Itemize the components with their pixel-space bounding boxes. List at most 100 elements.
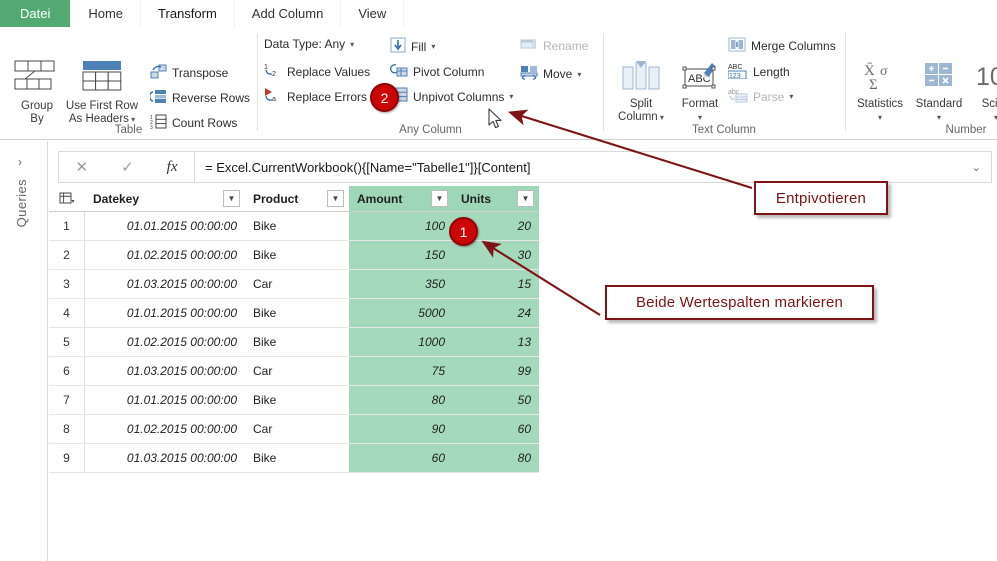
cell-amount[interactable]: 90 (349, 415, 453, 444)
cell-amount[interactable]: 5000 (349, 299, 453, 328)
use-first-row-as-headers-button[interactable]: Use First Row As Headers ▾ (56, 59, 148, 126)
cell-row-number[interactable]: 4 (49, 299, 85, 328)
formula-expand-chevron-icon[interactable]: ⌄ (972, 161, 981, 174)
statistics-caret-icon[interactable]: ▾ (878, 113, 882, 122)
merge-columns-button[interactable]: Merge Columns (728, 37, 836, 55)
cell-datekey[interactable]: 01.03.2015 00:00:00 (85, 444, 245, 473)
cell-amount[interactable]: 350 (349, 270, 453, 299)
cell-row-number[interactable]: 1 (49, 212, 85, 241)
fill-button[interactable]: Fill ▾ (390, 37, 435, 56)
table-row[interactable]: 7 01.01.2015 00:00:00 Bike 80 50 (49, 386, 539, 415)
formula-accept-icon[interactable]: ✓ (121, 158, 134, 176)
queries-pane-collapsed[interactable]: › Queries (0, 141, 48, 561)
cell-amount[interactable]: 60 (349, 444, 453, 473)
move-caret-icon[interactable]: ▾ (577, 70, 581, 79)
cell-units[interactable]: 24 (453, 299, 539, 328)
table-row[interactable]: 8 01.02.2015 00:00:00 Car 90 60 (49, 415, 539, 444)
cell-units[interactable]: 13 (453, 328, 539, 357)
standard-caret-icon[interactable]: ▾ (937, 113, 941, 122)
cell-units[interactable]: 50 (453, 386, 539, 415)
cell-row-number[interactable]: 5 (49, 328, 85, 357)
cell-amount[interactable]: 75 (349, 357, 453, 386)
unpivot-columns-caret-icon[interactable]: ▾ (509, 92, 513, 101)
cell-product[interactable]: Car (245, 357, 349, 386)
cell-amount[interactable]: 80 (349, 386, 453, 415)
reverse-rows-button[interactable]: Reverse Rows (148, 89, 250, 107)
table-row[interactable]: 4 01.01.2015 00:00:00 Bike 5000 24 (49, 299, 539, 328)
unpivot-columns-button[interactable]: Unpivot Columns ▾ (388, 87, 513, 106)
column-header-product[interactable]: Product ▼ (245, 186, 349, 212)
cell-units[interactable]: 60 (453, 415, 539, 444)
replace-errors-button[interactable]: a Replace Errors (264, 87, 367, 106)
grid-corner-button[interactable] (49, 186, 85, 212)
length-button[interactable]: ABC 123 Length (727, 62, 790, 82)
column-header-datekey[interactable]: Datekey ▼ (85, 186, 245, 212)
cell-datekey[interactable]: 01.02.2015 00:00:00 (85, 328, 245, 357)
tab-datei[interactable]: Datei (0, 0, 72, 27)
table-row[interactable]: 9 01.03.2015 00:00:00 Bike 60 80 (49, 444, 539, 473)
data-type-button[interactable]: Data Type: Any ▾ (264, 37, 354, 51)
filter-dropdown-datekey[interactable]: ▼ (223, 190, 240, 207)
formula-cancel-icon[interactable]: ✕ (76, 158, 89, 176)
cell-amount[interactable]: 100 (349, 212, 453, 241)
split-column-caret-icon[interactable]: ▾ (658, 113, 664, 122)
cell-units[interactable]: 99 (453, 357, 539, 386)
tab-home[interactable]: Home (71, 0, 142, 27)
formula-fx-icon[interactable]: fx (167, 159, 178, 176)
move-button[interactable]: Move ▾ (520, 65, 581, 83)
cell-product[interactable]: Bike (245, 299, 349, 328)
cell-datekey[interactable]: 01.01.2015 00:00:00 (85, 212, 245, 241)
cell-product[interactable]: Bike (245, 386, 349, 415)
cell-datekey[interactable]: 01.01.2015 00:00:00 (85, 386, 245, 415)
cell-units[interactable]: 80 (453, 444, 539, 473)
cell-amount[interactable]: 150 (349, 241, 453, 270)
cell-product[interactable]: Car (245, 415, 349, 444)
filter-dropdown-units[interactable]: ▼ (517, 190, 534, 207)
cell-amount[interactable]: 1000 (349, 328, 453, 357)
cell-datekey[interactable]: 01.03.2015 00:00:00 (85, 357, 245, 386)
replace-values-button[interactable]: 1 2 Replace Values (264, 62, 370, 81)
format-caret-icon[interactable]: ▾ (698, 113, 702, 122)
rename-icon (520, 37, 538, 54)
filter-dropdown-product[interactable]: ▼ (327, 190, 344, 207)
fill-caret-icon[interactable]: ▾ (431, 42, 435, 51)
data-type-caret-icon[interactable]: ▾ (350, 40, 354, 49)
split-column-button[interactable]: Split Column ▾ (612, 59, 670, 124)
format-button[interactable]: ABC Format ▾ (672, 59, 728, 124)
cell-row-number[interactable]: 6 (49, 357, 85, 386)
scientific-button[interactable]: 10 Scien ▾ (966, 59, 997, 124)
cell-product[interactable]: Car (245, 270, 349, 299)
cell-units[interactable]: 15 (453, 270, 539, 299)
table-row[interactable]: 6 01.03.2015 00:00:00 Car 75 99 (49, 357, 539, 386)
tab-add-column[interactable]: Add Column (234, 0, 342, 27)
transpose-button[interactable]: Transpose (150, 64, 228, 82)
use-first-row-caret-icon[interactable]: ▾ (129, 115, 135, 124)
tab-transform[interactable]: Transform (141, 0, 235, 27)
cell-product[interactable]: Bike (245, 328, 349, 357)
cell-product[interactable]: Bike (245, 212, 349, 241)
column-header-units[interactable]: Units ▼ (453, 186, 539, 212)
table-row[interactable]: 5 01.02.2015 00:00:00 Bike 1000 13 (49, 328, 539, 357)
cell-row-number[interactable]: 8 (49, 415, 85, 444)
table-row[interactable]: 3 01.03.2015 00:00:00 Car 350 15 (49, 270, 539, 299)
expand-queries-chevron-icon[interactable]: › (18, 155, 22, 169)
cell-product[interactable]: Bike (245, 241, 349, 270)
tab-view[interactable]: View (341, 0, 405, 27)
column-header-amount[interactable]: Amount ▼ (349, 186, 453, 212)
move-label: Move (543, 67, 573, 81)
pivot-column-button[interactable]: Pivot Column (390, 62, 484, 81)
filter-dropdown-amount[interactable]: ▼ (431, 190, 448, 207)
cell-datekey[interactable]: 01.01.2015 00:00:00 (85, 299, 245, 328)
standard-button[interactable]: Standard ▾ (908, 59, 970, 124)
statistics-button[interactable]: X̄ σ Σ Statistics ▾ (850, 59, 910, 124)
cell-row-number[interactable]: 2 (49, 241, 85, 270)
cell-row-number[interactable]: 7 (49, 386, 85, 415)
cell-datekey[interactable]: 01.03.2015 00:00:00 (85, 270, 245, 299)
cell-datekey[interactable]: 01.02.2015 00:00:00 (85, 415, 245, 444)
replace-errors-icon: a (264, 87, 282, 106)
cell-row-number[interactable]: 3 (49, 270, 85, 299)
cell-product[interactable]: Bike (245, 444, 349, 473)
cell-datekey[interactable]: 01.02.2015 00:00:00 (85, 241, 245, 270)
cell-row-number[interactable]: 9 (49, 444, 85, 473)
formula-input[interactable]: = Excel.CurrentWorkbook(){[Name="Tabelle… (195, 151, 992, 183)
